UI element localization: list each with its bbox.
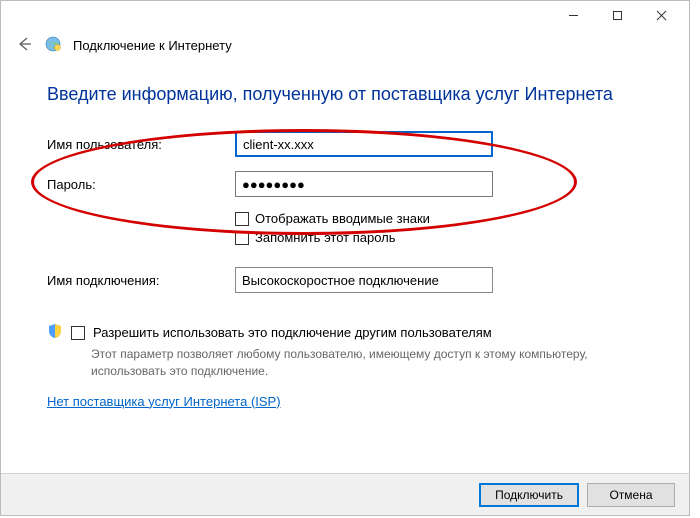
back-button[interactable] [15,35,33,56]
titlebar [1,1,689,29]
connection-label: Имя подключения: [47,273,235,288]
connection-row: Имя подключения: [47,267,643,293]
remember-label: Запомнить этот пароль [255,230,396,245]
maximize-icon [612,10,623,21]
permission-checkbox[interactable] [71,326,85,340]
globe-icon [45,36,61,55]
header-title: Подключение к Интернету [73,38,232,53]
shield-icon [47,323,63,342]
connect-button[interactable]: Подключить [479,483,579,507]
remember-checkbox[interactable] [235,231,249,245]
password-input[interactable] [235,171,493,197]
show-chars-checkbox[interactable] [235,212,249,226]
header-row: Подключение к Интернету [1,29,689,66]
close-icon [656,10,667,21]
connection-input[interactable] [235,267,493,293]
permission-head: Разрешить использовать это подключение д… [47,323,643,342]
remember-row: Запомнить этот пароль [235,230,643,245]
page-heading: Введите информацию, полученную от постав… [47,84,643,105]
show-chars-label: Отображать вводимые знаки [255,211,430,226]
show-chars-row: Отображать вводимые знаки [235,211,643,226]
content-area: Введите информацию, полученную от постав… [1,66,689,409]
isp-link[interactable]: Нет поставщика услуг Интернета (ISP) [47,394,281,409]
username-input[interactable] [235,131,493,157]
minimize-button[interactable] [551,1,595,29]
permission-block: Разрешить использовать это подключение д… [47,323,643,380]
close-button[interactable] [639,1,683,29]
permission-desc: Этот параметр позволяет любому пользоват… [91,346,631,380]
footer: Подключить Отмена [1,473,689,515]
permission-label: Разрешить использовать это подключение д… [93,325,492,340]
password-label: Пароль: [47,177,235,192]
password-row: Пароль: [47,171,643,197]
username-row: Имя пользователя: [47,131,643,157]
back-arrow-icon [15,35,33,53]
minimize-icon [568,10,579,21]
username-label: Имя пользователя: [47,137,235,152]
cancel-button[interactable]: Отмена [587,483,675,507]
maximize-button[interactable] [595,1,639,29]
dialog-window: Подключение к Интернету Введите информац… [0,0,690,516]
